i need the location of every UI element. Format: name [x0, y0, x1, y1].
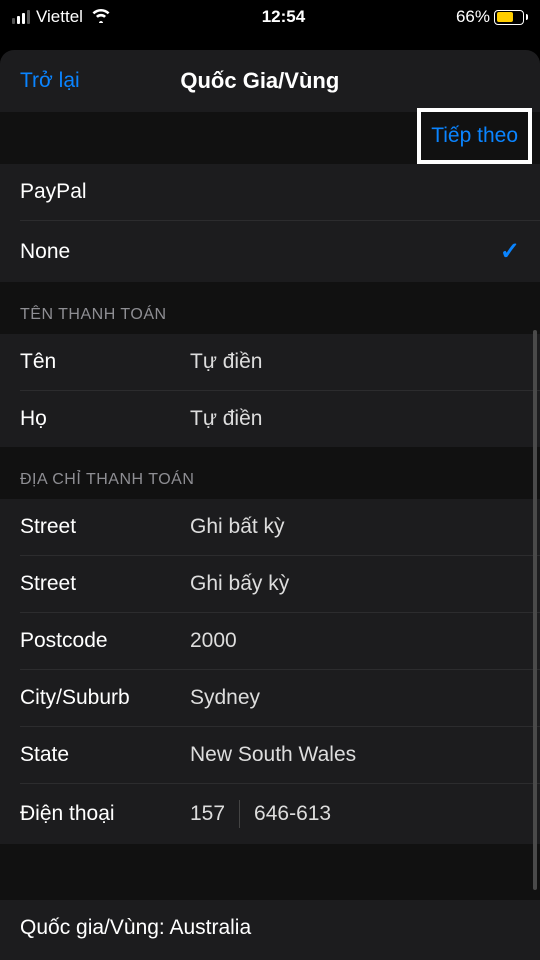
phone-number[interactable]: 646-613 — [254, 802, 331, 826]
city-value[interactable]: Sydney — [190, 686, 260, 710]
state-row[interactable]: State New South Wales — [0, 727, 540, 783]
nav-bar: Trở lại Quốc Gia/Vùng — [0, 50, 540, 112]
signal-icon — [12, 10, 30, 24]
carrier-label: Viettel — [36, 7, 83, 27]
wifi-icon — [91, 7, 111, 28]
street1-label: Street — [20, 515, 190, 539]
checkmark-icon: ✓ — [500, 237, 520, 266]
first-name-row[interactable]: Tên Tự điền — [0, 334, 540, 390]
scrollbar[interactable] — [533, 330, 537, 890]
first-name-value[interactable]: Tự điền — [190, 350, 262, 374]
payment-option-none[interactable]: None ✓ — [0, 221, 540, 282]
battery-percent: 66% — [456, 7, 490, 27]
clock-label: 12:54 — [262, 7, 305, 27]
billing-name-header: TÊN THANH TOÁN — [0, 282, 540, 334]
paypal-label: PayPal — [20, 180, 87, 204]
first-name-label: Tên — [20, 350, 190, 374]
street2-row[interactable]: Street Ghi bấy kỳ — [0, 556, 540, 612]
postcode-label: Postcode — [20, 629, 190, 653]
settings-sheet: Trở lại Quốc Gia/Vùng Tiếp theo PayPal N… — [0, 50, 540, 960]
postcode-row[interactable]: Postcode 2000 — [0, 613, 540, 669]
street2-label: Street — [20, 572, 190, 596]
country-region-label: Quốc gia/Vùng: Australia — [20, 916, 251, 940]
street1-row[interactable]: Street Ghi bất kỳ — [0, 499, 540, 555]
section-gap — [0, 844, 540, 900]
city-row[interactable]: City/Suburb Sydney — [0, 670, 540, 726]
status-right: 66% — [456, 7, 528, 27]
phone-label: Điện thoại — [20, 802, 190, 826]
last-name-row[interactable]: Họ Tự điền — [0, 391, 540, 447]
status-bar: Viettel 12:54 66% — [0, 0, 540, 28]
state-label: State — [20, 743, 190, 767]
street2-value[interactable]: Ghi bấy kỳ — [190, 572, 289, 596]
last-name-label: Họ — [20, 407, 190, 431]
billing-address-header: ĐỊA CHỈ THANH TOÁN — [0, 447, 540, 499]
content-scroll[interactable]: PayPal None ✓ TÊN THANH TOÁN Tên Tự điền… — [0, 112, 540, 956]
phone-value-group[interactable]: 157 646-613 — [190, 800, 331, 828]
page-title: Quốc Gia/Vùng — [180, 68, 339, 94]
payment-option-paypal[interactable]: PayPal — [0, 164, 540, 220]
none-label: None — [20, 240, 70, 264]
status-left: Viettel — [12, 7, 111, 28]
phone-divider — [239, 800, 240, 828]
city-label: City/Suburb — [20, 686, 190, 710]
postcode-value[interactable]: 2000 — [190, 629, 237, 653]
battery-icon — [494, 10, 528, 25]
phone-row[interactable]: Điện thoại 157 646-613 — [0, 784, 540, 844]
state-value[interactable]: New South Wales — [190, 743, 356, 767]
country-region-row[interactable]: Quốc gia/Vùng: Australia — [0, 900, 540, 956]
street1-value[interactable]: Ghi bất kỳ — [190, 515, 285, 539]
back-button[interactable]: Trở lại — [20, 69, 80, 93]
last-name-value[interactable]: Tự điền — [190, 407, 262, 431]
next-button[interactable]: Tiếp theo — [417, 108, 532, 164]
phone-prefix[interactable]: 157 — [190, 802, 225, 826]
